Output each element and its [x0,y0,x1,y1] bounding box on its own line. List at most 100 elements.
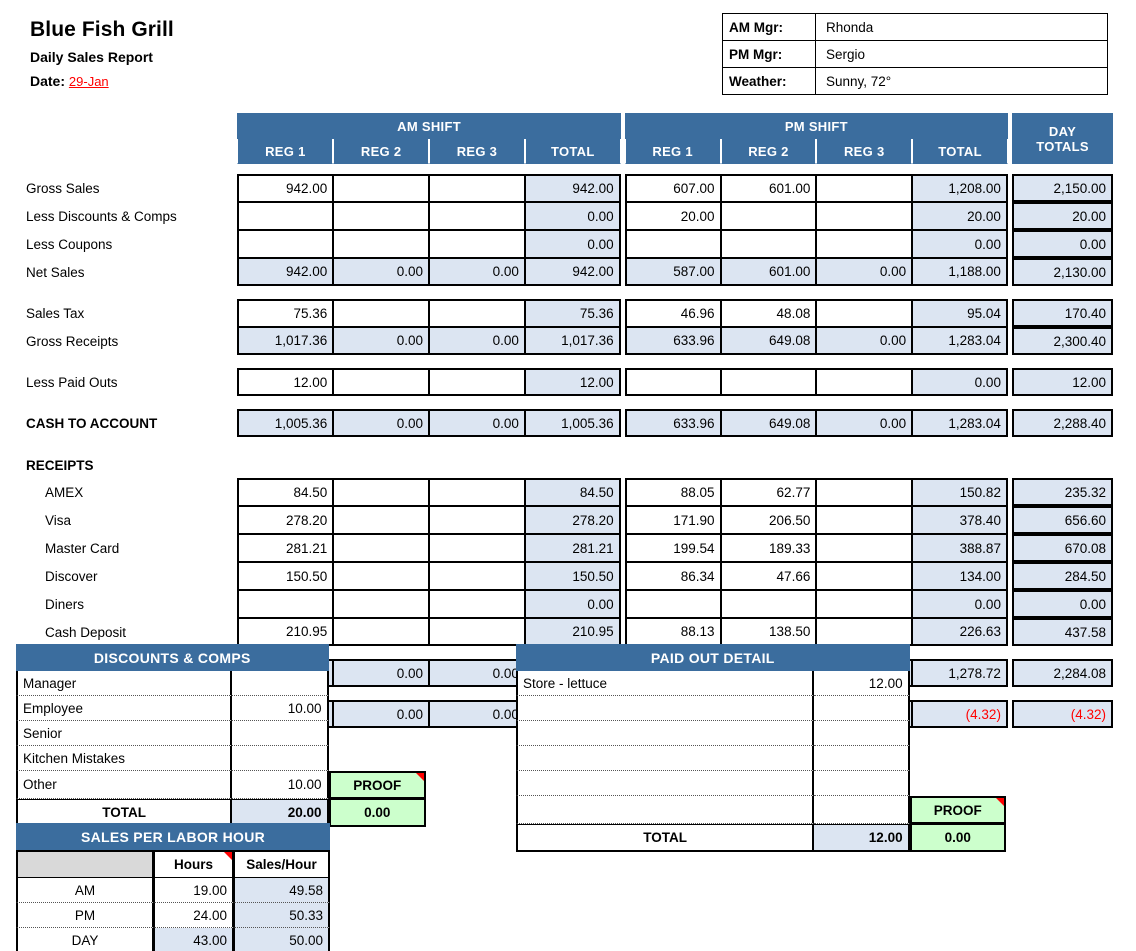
data-cell[interactable] [816,174,913,202]
data-cell[interactable]: 633.96 [624,327,721,355]
labor-hours-value[interactable]: 19.00 [154,878,234,903]
data-cell[interactable]: 649.08 [720,409,817,437]
data-cell[interactable] [333,590,430,618]
data-cell[interactable] [429,590,525,618]
discount-label[interactable]: Senior [16,721,233,746]
data-cell[interactable]: 0.00 [912,230,1008,258]
data-cell[interactable] [429,618,525,646]
data-cell[interactable]: 1,283.04 [912,327,1008,355]
data-cell[interactable]: 601.00 [720,174,817,202]
paidout-value[interactable]: 12.00 [814,671,910,696]
data-cell[interactable] [429,506,525,534]
data-cell[interactable]: 47.66 [720,562,817,590]
data-cell[interactable]: 150.82 [912,478,1008,506]
discount-value[interactable]: 10.00 [232,771,329,799]
data-cell[interactable]: 281.21 [237,534,334,562]
data-cell[interactable] [816,562,913,590]
data-cell[interactable]: 0.00 [912,590,1008,618]
data-cell[interactable] [816,506,913,534]
labor-hours-value[interactable]: 24.00 [154,903,234,928]
data-cell[interactable] [237,202,334,230]
data-cell[interactable]: 1,005.36 [524,409,621,437]
data-cell[interactable] [624,590,721,618]
data-cell[interactable]: 388.87 [912,534,1008,562]
data-cell[interactable]: 1,017.36 [237,327,334,355]
day-total-cell[interactable]: 170.40 [1012,299,1113,327]
data-cell[interactable]: 134.00 [912,562,1008,590]
paidout-label[interactable] [516,796,815,824]
paidout-label[interactable] [516,771,815,796]
data-cell[interactable] [333,618,430,646]
data-cell[interactable]: 649.08 [720,327,817,355]
data-cell[interactable]: 0.00 [429,659,525,687]
data-cell[interactable]: 0.00 [524,202,621,230]
data-cell[interactable] [429,202,525,230]
data-cell[interactable] [720,368,817,396]
data-cell[interactable]: 942.00 [237,174,334,202]
discount-value[interactable]: 10.00 [232,696,329,721]
weather-value[interactable]: Sunny, 72° [815,67,1108,95]
data-cell[interactable]: 0.00 [816,258,913,286]
data-cell[interactable]: 0.00 [912,368,1008,396]
discount-label[interactable]: Employee [16,696,233,721]
data-cell[interactable] [624,230,721,258]
data-cell[interactable] [429,562,525,590]
data-cell[interactable]: 607.00 [624,174,721,202]
data-cell[interactable]: 0.00 [524,590,621,618]
data-cell[interactable] [816,299,913,327]
data-cell[interactable]: 88.13 [624,618,721,646]
data-cell[interactable]: 378.40 [912,506,1008,534]
data-cell[interactable] [333,202,430,230]
day-total-cell[interactable]: 2,150.00 [1012,174,1113,202]
paidout-value[interactable] [814,696,910,721]
day-total-cell[interactable]: 656.60 [1012,506,1113,534]
data-cell[interactable]: 171.90 [624,506,721,534]
discount-value[interactable] [232,721,329,746]
paidout-label[interactable] [516,696,815,721]
data-cell[interactable] [429,534,525,562]
data-cell[interactable] [333,299,430,327]
day-total-cell[interactable]: 437.58 [1012,618,1113,646]
paidout-label[interactable] [516,746,815,771]
data-cell[interactable]: 189.33 [720,534,817,562]
data-cell[interactable]: 206.50 [720,506,817,534]
paidout-label[interactable] [516,721,815,746]
paidout-value[interactable] [814,796,910,824]
data-cell[interactable] [237,230,334,258]
data-cell[interactable]: 150.50 [524,562,621,590]
data-cell[interactable]: 1,005.36 [237,409,334,437]
data-cell[interactable]: 20.00 [912,202,1008,230]
discount-value[interactable] [232,671,329,696]
day-total-cell[interactable]: 12.00 [1012,368,1113,396]
paidout-value[interactable] [814,721,910,746]
data-cell[interactable]: 12.00 [237,368,334,396]
data-cell[interactable] [816,202,913,230]
day-total-cell[interactable]: 235.32 [1012,478,1113,506]
data-cell[interactable] [429,174,525,202]
data-cell[interactable]: 138.50 [720,618,817,646]
data-cell[interactable] [720,590,817,618]
data-cell[interactable]: 48.08 [720,299,817,327]
data-cell[interactable]: 0.00 [333,327,430,355]
data-cell[interactable] [624,368,721,396]
data-cell[interactable]: 278.20 [237,506,334,534]
data-cell[interactable]: 0.00 [524,230,621,258]
day-total-cell[interactable]: 2,300.40 [1012,327,1113,355]
data-cell[interactable] [333,368,430,396]
data-cell[interactable]: 0.00 [429,409,525,437]
data-cell[interactable]: 633.96 [624,409,721,437]
data-cell[interactable] [816,230,913,258]
data-cell[interactable]: 46.96 [624,299,721,327]
data-cell[interactable]: 20.00 [624,202,721,230]
data-cell[interactable]: 278.20 [524,506,621,534]
data-cell[interactable]: 601.00 [720,258,817,286]
data-cell[interactable]: 0.00 [429,258,525,286]
day-total-cell[interactable]: 20.00 [1012,202,1113,230]
day-total-cell[interactable]: 0.00 [1012,230,1113,258]
day-total-cell[interactable]: 2,288.40 [1012,409,1113,437]
data-cell[interactable] [816,478,913,506]
data-cell[interactable] [333,230,430,258]
data-cell[interactable] [333,534,430,562]
data-cell[interactable]: 75.36 [237,299,334,327]
data-cell[interactable] [429,478,525,506]
